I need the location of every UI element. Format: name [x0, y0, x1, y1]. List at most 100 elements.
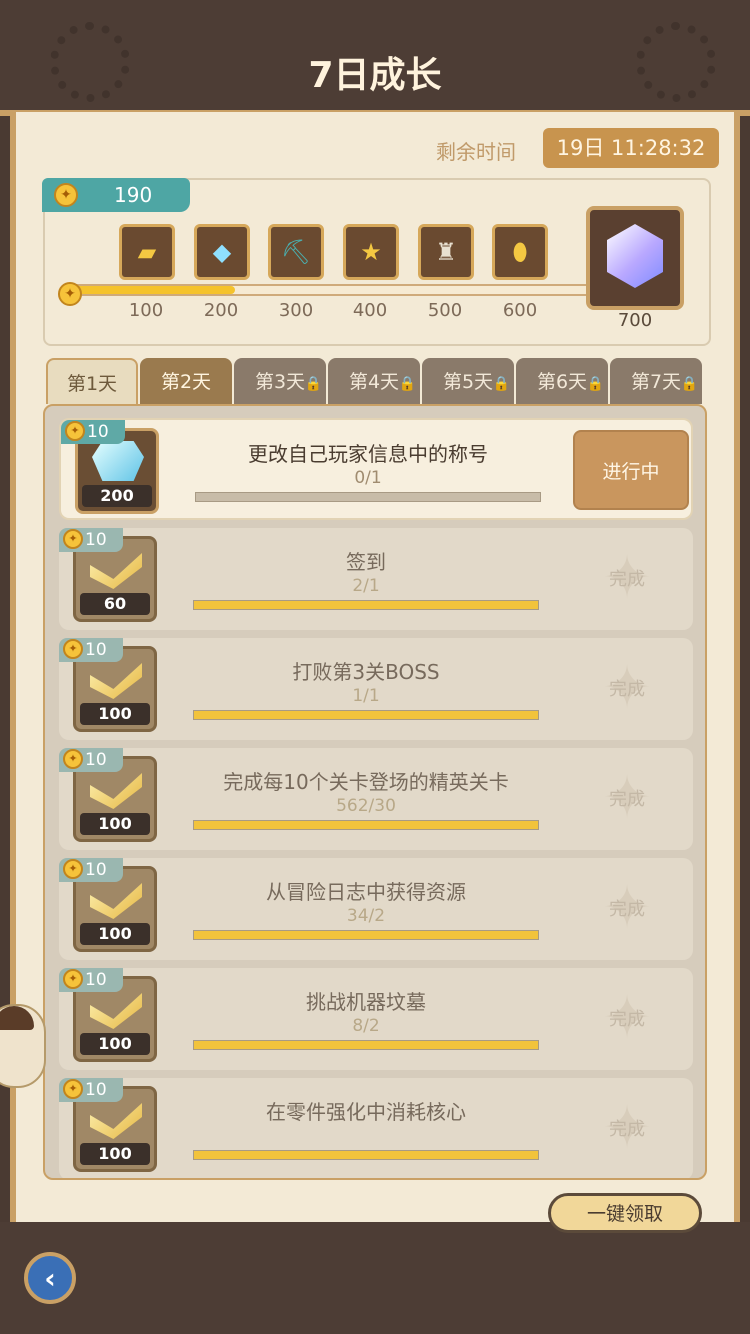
lock-icon: 🔒 — [398, 376, 416, 392]
milestone-reward-pickaxe[interactable]: ⛏ — [268, 224, 324, 280]
milestone-label: 400 — [352, 300, 388, 321]
title-bar: 7日成长 — [0, 0, 750, 116]
task-progress-text: 8/2 — [352, 1016, 380, 1036]
completed-label: 完成 — [609, 789, 645, 810]
gold-bars-icon — [90, 663, 142, 699]
coin-icon: ✦ — [63, 529, 83, 549]
task-progress-bar — [193, 1150, 539, 1160]
completed-stamp: 完成 — [595, 658, 659, 720]
milestone-reward-three-stars[interactable]: ★ — [343, 224, 399, 280]
task-progress-text: 34/2 — [346, 906, 386, 926]
task-points-badge: ✦ 10 — [59, 858, 123, 882]
tab-day-2[interactable]: 第2天 — [140, 358, 232, 404]
milestone-label: 500 — [427, 300, 463, 321]
coin-icon: ✦ — [63, 749, 83, 769]
gold-bars-icon — [90, 553, 142, 589]
gold-bars-icon — [90, 773, 142, 809]
milestone-reward-diamond[interactable]: ◆ — [194, 224, 250, 280]
coin-icon: ✦ — [63, 639, 83, 659]
crystal-icon — [607, 224, 663, 288]
three-stars-card-icon: ★ — [360, 238, 382, 266]
tab-day-1[interactable]: 第1天 — [46, 358, 138, 404]
completed-label: 完成 — [609, 679, 645, 700]
milestone-reward-gold-bars[interactable]: ▰ — [119, 224, 175, 280]
completed-stamp: 完成 — [595, 878, 659, 940]
task-points: 10 — [85, 640, 107, 660]
claim-all-button[interactable]: 一键领取 — [548, 1193, 702, 1233]
task-row: 100 ✦10 打败第3关BOSS 1/1 完成 — [59, 638, 693, 740]
coin-icon: ✦ — [58, 282, 82, 306]
task-points: 10 — [85, 750, 107, 770]
lock-icon: 🔒 — [304, 376, 322, 392]
points-progress-bar — [66, 284, 598, 296]
completed-label: 完成 — [609, 1119, 645, 1140]
completed-stamp: 完成 — [595, 988, 659, 1050]
lock-icon: 🔒 — [680, 376, 698, 392]
gold-bars-icon — [90, 883, 142, 919]
task-progress-bar — [193, 1040, 539, 1050]
back-arrow-icon[interactable]: ‹ — [24, 1252, 76, 1304]
milestone-reward-rank-card[interactable]: ♜ — [418, 224, 474, 280]
tab-label: 第6天 — [536, 371, 588, 393]
task-progress-text: 2/1 — [352, 576, 380, 596]
task-progress-fill — [194, 931, 538, 939]
egg-card-icon: ⬮ — [512, 238, 528, 266]
tab-day-3[interactable]: 第3天 🔒 — [234, 358, 326, 404]
task-row: 60 ✦10 签到 2/1 完成 — [59, 528, 693, 630]
task-progress-text: 0/1 — [354, 468, 382, 488]
task-name: 完成每10个关卡登场的精英关卡 — [223, 770, 509, 794]
milestone-label: 200 — [203, 300, 239, 321]
points-value: 190 — [114, 183, 153, 207]
task-progress-text: 1/1 — [352, 686, 380, 706]
diamond-icon — [92, 441, 144, 481]
task-points: 10 — [85, 970, 107, 990]
task-points-badge: ✦ 10 — [61, 420, 125, 444]
reward-amount: 60 — [80, 593, 150, 615]
task-row: 100 ✦10 在零件强化中消耗核心 完成 — [59, 1078, 693, 1178]
in-progress-button[interactable]: 进行中 — [573, 430, 689, 510]
lock-icon: 🔒 — [492, 376, 510, 392]
task-points-badge: ✦ 10 — [59, 1078, 123, 1102]
completed-label: 完成 — [609, 569, 645, 590]
task-points: 10 — [85, 530, 107, 550]
tab-label: 第1天 — [66, 373, 118, 395]
task-name: 签到 — [346, 550, 386, 574]
character-avatar[interactable] — [0, 1004, 46, 1088]
task-progress-fill — [194, 1151, 538, 1159]
reward-amount: 100 — [80, 1033, 150, 1055]
tab-label: 第7天 — [630, 371, 682, 393]
task-progress-fill — [194, 601, 538, 609]
milestone-label: 300 — [278, 300, 314, 321]
final-reward-crystal[interactable] — [586, 206, 684, 310]
task-list[interactable]: 200 ✦ 10 更改自己玩家信息中的称号 0/1 进行中 60 ✦ 10 签到 2… — [43, 404, 707, 1180]
task-points-badge: ✦ 10 — [59, 528, 123, 552]
completed-stamp: 完成 — [595, 768, 659, 830]
tab-day-4[interactable]: 第4天 🔒 — [328, 358, 420, 404]
gold-bars-icon: ▰ — [137, 238, 157, 266]
remaining-time-label: 剩余时间 — [436, 140, 516, 164]
task-progress-fill — [194, 711, 538, 719]
coin-icon: ✦ — [63, 969, 83, 989]
completed-label: 完成 — [609, 1009, 645, 1030]
tab-day-6[interactable]: 第6天 🔒 — [516, 358, 608, 404]
reward-amount: 200 — [82, 485, 152, 507]
task-points: 10 — [85, 860, 107, 880]
task-name: 从冒险日志中获得资源 — [266, 880, 466, 904]
reward-amount: 100 — [80, 813, 150, 835]
coin-icon: ✦ — [65, 421, 85, 441]
final-milestone-label: 700 — [617, 310, 653, 331]
gold-bars-icon — [90, 993, 142, 1029]
reward-amount: 100 — [80, 703, 150, 725]
task-name: 挑战机器坟墓 — [306, 990, 426, 1014]
page-title: 7日成长 — [308, 55, 442, 96]
tab-day-5[interactable]: 第5天 🔒 — [422, 358, 514, 404]
task-progress-bar — [193, 600, 539, 610]
task-row: 100 ✦10 完成每10个关卡登场的精英关卡 562/30 完成 — [59, 748, 693, 850]
gold-bars-icon — [90, 1103, 142, 1139]
milestone-reward-egg-card[interactable]: ⬮ — [492, 224, 548, 280]
tab-day-7[interactable]: 第7天 🔒 — [610, 358, 702, 404]
task-progress-bar — [193, 930, 539, 940]
rank-card-icon: ♜ — [435, 238, 457, 266]
pickaxe-icon: ⛏ — [280, 238, 312, 266]
milestone-label: 600 — [502, 300, 538, 321]
